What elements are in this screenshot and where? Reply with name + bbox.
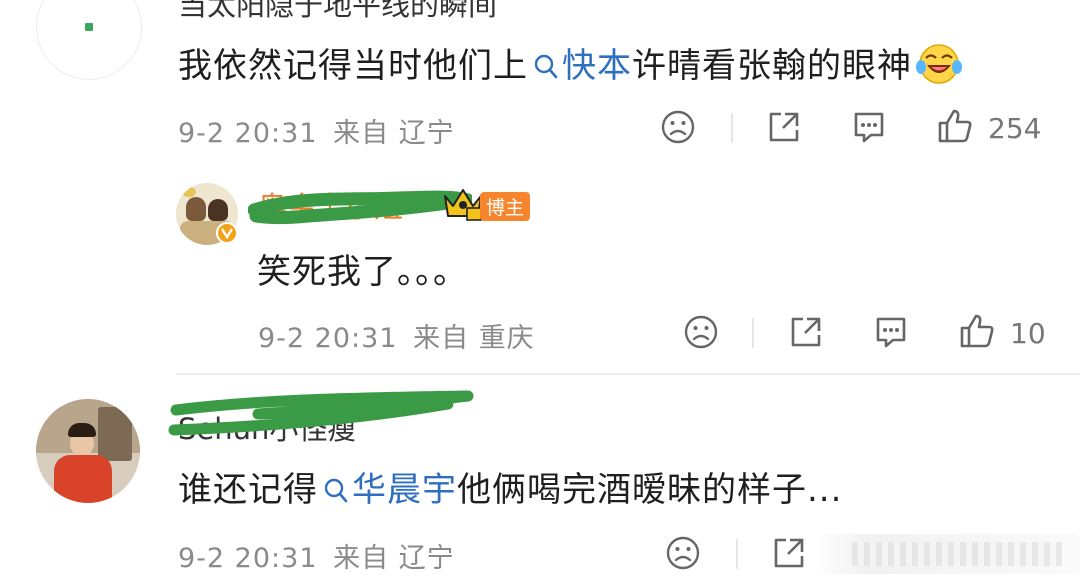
watermark-overlay xyxy=(812,534,1080,574)
timestamp: 9-2 20:31 xyxy=(258,323,398,354)
timestamp: 9-2 20:31 xyxy=(178,543,318,574)
topic-link[interactable]: 快本 xyxy=(528,46,632,86)
location: 辽宁 xyxy=(398,118,455,149)
like-icon[interactable] xyxy=(958,311,996,351)
redaction-scribble xyxy=(248,190,472,224)
share-icon[interactable] xyxy=(787,313,825,351)
like-icon[interactable] xyxy=(936,106,974,146)
blogger-badge: 博主 xyxy=(480,192,531,221)
share-icon[interactable] xyxy=(770,534,808,572)
dislike-icon[interactable] xyxy=(665,535,701,571)
comment-text: 谁还记得 华晨宇他俩喝完酒暧昧的样子... xyxy=(178,470,843,510)
section-divider xyxy=(176,373,1080,375)
from-label: 来自 xyxy=(333,543,390,574)
username[interactable]: 当太阳隐于地平线的瞬间 xyxy=(178,0,497,24)
divider xyxy=(736,539,738,569)
timestamp: 9-2 20:31 xyxy=(178,118,318,149)
comment-meta: 9-2 20:31 来自 辽宁 xyxy=(178,536,455,575)
dislike-icon[interactable] xyxy=(683,314,719,350)
location: 辽宁 xyxy=(398,543,455,574)
comment-text: 我依然记得当时他们上 快本许晴看张翰的眼神 xyxy=(178,38,962,87)
comment-meta: 9-2 20:31 来自 辽宁 xyxy=(178,111,455,150)
like-count: 10 xyxy=(1010,317,1046,350)
from-label: 来自 xyxy=(413,323,470,354)
reply-meta: 9-2 20:31 来自 重庆 xyxy=(258,316,535,355)
search-icon xyxy=(324,477,348,503)
avatar[interactable] xyxy=(36,0,142,80)
topic-link[interactable]: 华晨宇 xyxy=(318,470,457,510)
dislike-icon[interactable] xyxy=(660,109,696,145)
location: 重庆 xyxy=(478,323,535,354)
reply-text: 笑死我了。。。 xyxy=(257,252,468,292)
verified-badge-icon xyxy=(216,222,238,244)
comment-icon[interactable] xyxy=(850,108,888,146)
divider xyxy=(731,113,733,143)
share-icon[interactable] xyxy=(765,108,803,146)
redaction-scribble xyxy=(168,390,474,436)
avatar[interactable] xyxy=(36,399,140,503)
crown-icon xyxy=(441,184,485,222)
search-icon xyxy=(534,53,558,79)
comment-icon[interactable] xyxy=(872,313,910,351)
from-label: 来自 xyxy=(333,118,390,149)
laugh-cry-emoji xyxy=(916,43,962,85)
like-count: 254 xyxy=(988,112,1042,145)
divider xyxy=(752,318,754,348)
